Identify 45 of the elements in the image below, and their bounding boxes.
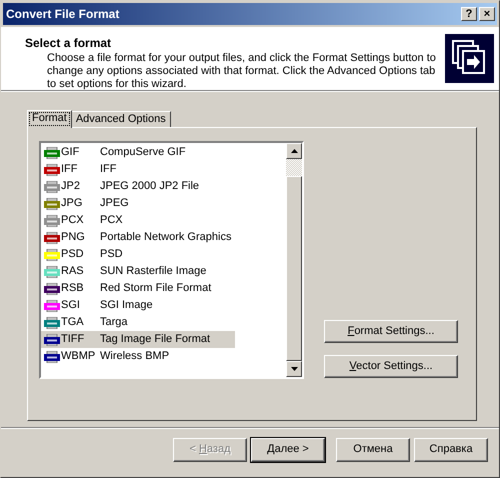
vector-settings-button[interactable]: Vector Settings...	[324, 355, 458, 378]
file-type-icon	[44, 180, 60, 192]
file-type-icon	[44, 198, 60, 210]
window-title: Convert File Format	[6, 6, 120, 23]
format-settings-button[interactable]: Format Settings...	[324, 320, 458, 343]
file-type-icon	[44, 282, 60, 294]
file-type-icon	[44, 232, 60, 244]
format-list[interactable]	[39, 141, 304, 379]
tab[interactable]: Format	[27, 110, 72, 128]
tab[interactable]: Advanced Options	[70, 111, 171, 127]
file-type-icon	[44, 266, 60, 278]
file-type-icon	[44, 214, 60, 226]
cancel-button[interactable]: Отмена	[336, 438, 410, 462]
header-title: Select a format	[25, 35, 112, 52]
file-type-icon	[44, 316, 60, 328]
scrollbar[interactable]	[286, 143, 302, 377]
list-row[interactable]: PNG Portable Network Graphics	[41, 229, 235, 246]
up-arrow-icon	[290, 149, 298, 153]
list-row[interactable]: RAS SUN Rasterfile Image	[41, 263, 235, 280]
file-type-icon	[44, 300, 60, 312]
scrollbar-thumb[interactable]	[286, 176, 302, 361]
scroll-up-button[interactable]	[286, 143, 302, 159]
list-row[interactable]: TIFF Tag Image File Format	[41, 331, 235, 348]
header-description: Choose a file format for your output files, and click the Format Settings button to change any options associated with that format. Click the Advanced Options tab to set options for this wizard.	[46, 52, 437, 91]
scroll-down-button[interactable]	[286, 361, 302, 377]
list-row[interactable]: JP2 JPEG 2000 JP2 File	[41, 178, 235, 195]
file-type-icon	[44, 164, 60, 176]
list-row[interactable]: WBMP Wireless BMP	[41, 348, 235, 365]
close-button[interactable]: ×	[479, 7, 495, 21]
list-row[interactable]: TGA Targa	[41, 314, 235, 331]
list-row[interactable]: RSB Red Storm File Format	[41, 280, 235, 297]
help-button[interactable]: Справка	[414, 438, 488, 462]
list-row[interactable]: PCX PCX	[41, 212, 235, 229]
help-button[interactable]: ?	[461, 7, 477, 21]
list-row[interactable]: PSD PSD	[41, 246, 235, 263]
list-row[interactable]: GIF CompuServe GIF	[41, 144, 235, 161]
list-row[interactable]: SGI SGI Image	[41, 297, 235, 314]
file-type-icon	[44, 350, 60, 362]
list-row[interactable]: IFF IFF	[41, 161, 235, 178]
file-type-icon	[44, 248, 60, 260]
file-type-icon	[44, 334, 60, 346]
file-type-icon	[44, 146, 60, 158]
list-row[interactable]: JPG JPEG	[41, 195, 235, 212]
down-arrow-icon	[290, 367, 298, 371]
next-button[interactable]: Далее >	[251, 438, 325, 462]
